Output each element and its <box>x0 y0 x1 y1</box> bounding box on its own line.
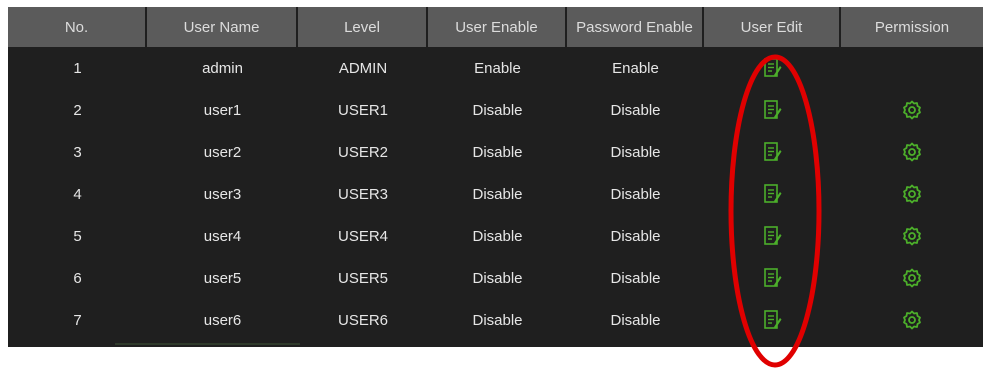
cell-user-enable: Disable <box>472 185 523 203</box>
cell-user-name: user4 <box>203 227 242 245</box>
cell-user-enable: Disable <box>472 311 523 329</box>
cell-no: 7 <box>73 311 82 329</box>
cell-password-enable: Disable <box>610 101 661 119</box>
cell-user-enable: Disable <box>472 227 523 245</box>
gear-icon[interactable] <box>902 184 922 204</box>
cell-user-name: user3 <box>203 185 242 203</box>
cell-password-enable: Disable <box>610 185 661 203</box>
cell-user-enable: Disable <box>472 101 523 119</box>
gear-icon[interactable] <box>902 226 922 246</box>
edit-icon[interactable] <box>763 58 783 78</box>
cell-user-name: user2 <box>203 143 242 161</box>
cell-password-enable: Disable <box>610 311 661 329</box>
header-user-enable: User Enable <box>428 7 567 47</box>
cell-permission <box>841 299 983 341</box>
user-table: No. User Name Level User Enable Password… <box>8 7 983 347</box>
cell-user-edit <box>704 215 841 257</box>
cell-permission <box>841 215 983 257</box>
table-row: 5 user4 USER4 Disable Disable <box>8 215 983 257</box>
cell-user-edit <box>704 173 841 215</box>
cell-permission <box>841 131 983 173</box>
cell-level: USER1 <box>337 101 389 119</box>
table-row: 1 admin ADMIN Enable Enable <box>8 47 983 89</box>
cell-no: 1 <box>73 59 82 77</box>
cell-user-enable: Enable <box>474 59 521 77</box>
edit-icon[interactable] <box>763 226 783 246</box>
cell-password-enable: Disable <box>610 143 661 161</box>
cell-user-name: user6 <box>203 311 242 329</box>
table-body: 1 admin ADMIN Enable Enable 2 user1 USER1 Disabl… <box>8 47 983 341</box>
edit-icon[interactable] <box>763 184 783 204</box>
cell-level: USER3 <box>337 185 389 203</box>
header-permission: Permission <box>841 7 983 47</box>
header-user-edit: User Edit <box>704 7 841 47</box>
cell-level: USER2 <box>337 143 389 161</box>
cell-no: 4 <box>73 185 82 203</box>
cell-user-name: user1 <box>203 101 242 119</box>
focus-underline <box>115 343 300 345</box>
edit-icon[interactable] <box>763 142 783 162</box>
gear-icon[interactable] <box>902 310 922 330</box>
cell-no: 5 <box>73 227 82 245</box>
cell-user-enable: Disable <box>472 269 523 287</box>
edit-icon[interactable] <box>763 268 783 288</box>
cell-no: 6 <box>73 269 82 287</box>
edit-icon[interactable] <box>763 100 783 120</box>
header-password-enable: Password Enable <box>567 7 704 47</box>
cell-user-name: user5 <box>203 269 242 287</box>
cell-permission <box>841 173 983 215</box>
table-header: No. User Name Level User Enable Password… <box>8 7 983 47</box>
gear-icon[interactable] <box>902 142 922 162</box>
header-no: No. <box>8 7 147 47</box>
cell-password-enable: Enable <box>612 59 659 77</box>
cell-user-edit <box>704 299 841 341</box>
cell-permission <box>841 47 983 89</box>
cell-user-edit <box>704 257 841 299</box>
cell-user-enable: Disable <box>472 143 523 161</box>
cell-level: ADMIN <box>338 59 388 77</box>
edit-icon[interactable] <box>763 310 783 330</box>
cell-level: USER5 <box>337 269 389 287</box>
cell-user-edit <box>704 89 841 131</box>
header-level: Level <box>298 7 428 47</box>
cell-password-enable: Disable <box>610 227 661 245</box>
cell-user-edit <box>704 47 841 89</box>
gear-icon[interactable] <box>902 268 922 288</box>
cell-password-enable: Disable <box>610 269 661 287</box>
table-row: 6 user5 USER5 Disable Disable <box>8 257 983 299</box>
cell-level: USER4 <box>337 227 389 245</box>
table-row: 4 user3 USER3 Disable Disable <box>8 173 983 215</box>
cell-no: 2 <box>73 101 82 119</box>
table-row: 2 user1 USER1 Disable Disable <box>8 89 983 131</box>
cell-permission <box>841 257 983 299</box>
cell-permission <box>841 89 983 131</box>
table-row: 7 user6 USER6 Disable Disable <box>8 299 983 341</box>
cell-no: 3 <box>73 143 82 161</box>
cell-user-name: admin <box>202 59 243 77</box>
header-user-name: User Name <box>147 7 298 47</box>
table-row: 3 user2 USER2 Disable Disable <box>8 131 983 173</box>
cell-user-edit <box>704 131 841 173</box>
gear-icon[interactable] <box>902 100 922 120</box>
cell-level: USER6 <box>337 311 389 329</box>
